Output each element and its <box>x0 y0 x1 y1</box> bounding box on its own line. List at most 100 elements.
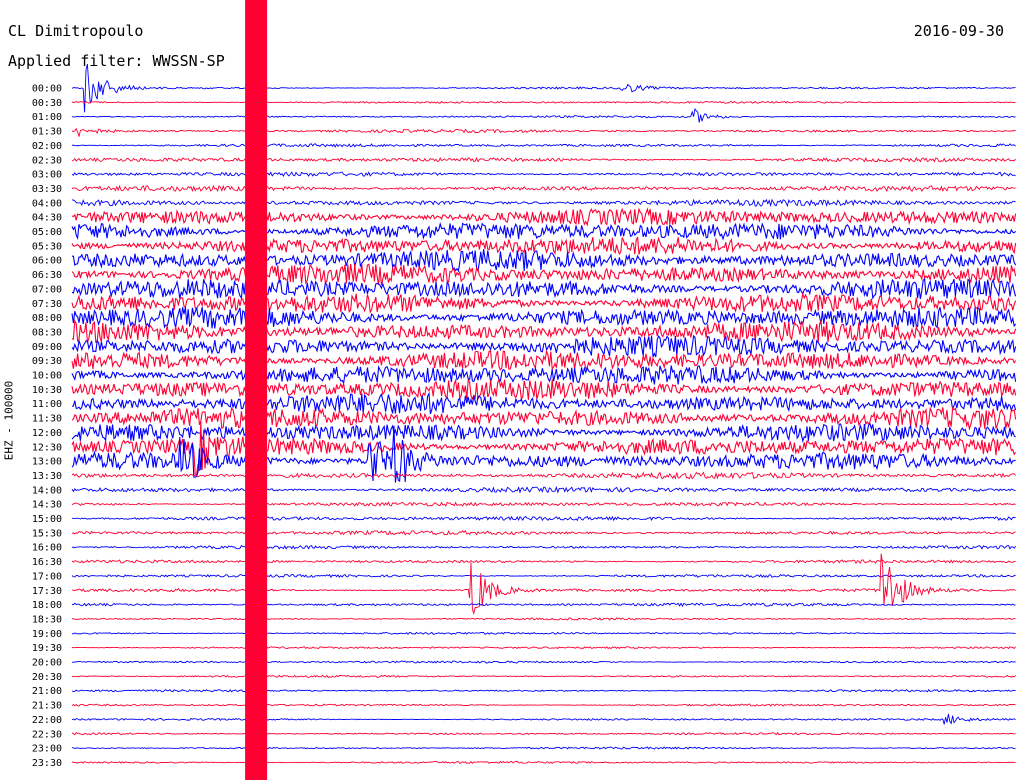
date-label: 2016-09-30 <box>913 22 1004 40</box>
time-tick-label: 19:00 <box>32 629 62 640</box>
station-title: CL Dimitropoulo <box>8 22 144 40</box>
time-tick-label: 09:30 <box>32 356 62 367</box>
trace-line-1700 <box>71 573 1016 579</box>
trace-line-2330 <box>71 760 1016 764</box>
trace-line-1400 <box>71 485 1016 494</box>
time-tick-label: 15:30 <box>32 528 62 539</box>
time-tick-label: 05:00 <box>32 227 62 238</box>
trace-line-0500 <box>71 221 1017 241</box>
time-tick-label: 13:00 <box>32 457 62 468</box>
time-tick-label: 07:00 <box>32 284 62 295</box>
trace-line-0530 <box>71 236 1017 256</box>
trace-line-0230 <box>71 156 1016 163</box>
time-tick-label: 10:30 <box>32 385 62 396</box>
trace-line-0430 <box>71 207 1017 227</box>
trace-line-0200 <box>71 143 1016 148</box>
trace-line-2000 <box>71 660 1016 664</box>
time-tick-label: 21:30 <box>32 701 62 712</box>
trace-line-1630 <box>71 559 1016 565</box>
time-tick-label: 06:30 <box>32 270 62 281</box>
trace-line-1830 <box>71 617 1016 621</box>
trace-line-0600 <box>72 249 1017 273</box>
trace-line-0400 <box>71 198 1016 208</box>
trace-line-0030 <box>71 100 1016 104</box>
time-tick-label: 17:00 <box>32 571 62 582</box>
trace-line-2130 <box>71 703 1016 707</box>
time-tick-label: 17:30 <box>32 586 62 597</box>
trace-line-1000 <box>71 364 1017 385</box>
time-tick-label: 00:30 <box>32 98 62 109</box>
time-tick-label: 09:00 <box>32 342 62 353</box>
time-tick-label: 04:00 <box>32 198 62 209</box>
time-tick-label: 20:00 <box>32 658 62 669</box>
time-tick-label: 12:00 <box>32 428 62 439</box>
time-tick-label: 20:30 <box>32 672 62 683</box>
trace-line-0700 <box>71 277 1017 300</box>
time-tick-label: 19:30 <box>32 643 62 654</box>
trace-line-2030 <box>71 674 1016 678</box>
clipped-signal-overlay <box>245 0 268 780</box>
trace-line-1330 <box>71 471 1016 480</box>
trace-line-1200 <box>71 422 1016 443</box>
trace-line-0000 <box>71 63 1016 113</box>
time-tick-label: 01:00 <box>32 112 62 123</box>
time-tick-label: 08:30 <box>32 327 62 338</box>
trace-line-1930 <box>71 646 1016 650</box>
time-tick-label: 02:30 <box>32 155 62 166</box>
time-tick-label: 23:30 <box>32 758 62 769</box>
saturated-signal-bar <box>245 0 268 780</box>
trace-line-2200 <box>71 713 1016 725</box>
time-tick-label: 14:30 <box>32 500 62 511</box>
time-tick-label: 13:30 <box>32 471 62 482</box>
trace-line-2230 <box>71 731 1016 736</box>
time-tick-label: 05:30 <box>32 241 62 252</box>
trace-line-1100 <box>71 391 1017 415</box>
time-tick-label: 12:30 <box>32 442 62 453</box>
trace-line-1130 <box>71 406 1017 431</box>
trace-line-0830 <box>71 318 1017 344</box>
trace-line-0100 <box>71 107 1016 123</box>
trace-line-1030 <box>71 378 1017 401</box>
time-tick-label: 10:00 <box>32 371 62 382</box>
trace-line-0900 <box>71 334 1017 358</box>
time-tick-label: 21:00 <box>32 686 62 697</box>
time-tick-label: 15:00 <box>32 514 62 525</box>
trace-line-0300 <box>71 171 1016 178</box>
time-tick-label: 23:00 <box>32 744 62 755</box>
time-tick-label: 08:00 <box>32 313 62 324</box>
time-tick-label: 16:30 <box>32 557 62 568</box>
time-tick-label: 03:00 <box>32 170 62 181</box>
trace-line-0130 <box>71 127 1016 137</box>
trace-line-2100 <box>71 688 1016 693</box>
time-tick-label: 14:00 <box>32 485 62 496</box>
trace-line-1500 <box>72 515 1016 522</box>
time-tick-label: 03:30 <box>32 184 62 195</box>
time-tick-label: 04:30 <box>32 213 62 224</box>
trace-line-1900 <box>71 631 1016 635</box>
time-tick-label: 18:00 <box>32 600 62 611</box>
trace-lines <box>71 63 1017 764</box>
helicorder-plot: 00:00 00:30 01:00 01:30 02:00 02:30 03:00 03:30… <box>32 0 1017 780</box>
trace-line-0630 <box>71 263 1017 286</box>
time-tick-label: 06:00 <box>32 256 62 267</box>
trace-line-1800 <box>71 602 1016 608</box>
trace-line-1430 <box>71 501 1016 507</box>
filter-label: Applied filter: WWSSN-SP <box>8 52 225 70</box>
time-tick-label: 00:00 <box>32 84 62 95</box>
time-tick-label: 22:30 <box>32 729 62 740</box>
time-tick-label: 07:30 <box>32 299 62 310</box>
trace-line-2300 <box>71 746 1016 750</box>
trace-line-0800 <box>71 306 1017 329</box>
time-tick-label: 18:30 <box>32 614 62 625</box>
time-axis-labels: 00:00 00:30 01:00 01:30 02:00 02:30 03:00 03:30… <box>32 84 62 769</box>
time-tick-label: 16:00 <box>32 543 62 554</box>
trace-line-1600 <box>71 544 1016 550</box>
trace-line-0930 <box>71 349 1017 371</box>
time-tick-label: 11:00 <box>32 399 62 410</box>
time-tick-label: 11:30 <box>32 414 62 425</box>
time-tick-label: 02:00 <box>32 141 62 152</box>
time-tick-label: 22:00 <box>32 715 62 726</box>
trace-line-0330 <box>71 184 1016 193</box>
time-tick-label: 01:30 <box>32 127 62 138</box>
channel-label: EHZ - 100000 <box>2 380 16 461</box>
